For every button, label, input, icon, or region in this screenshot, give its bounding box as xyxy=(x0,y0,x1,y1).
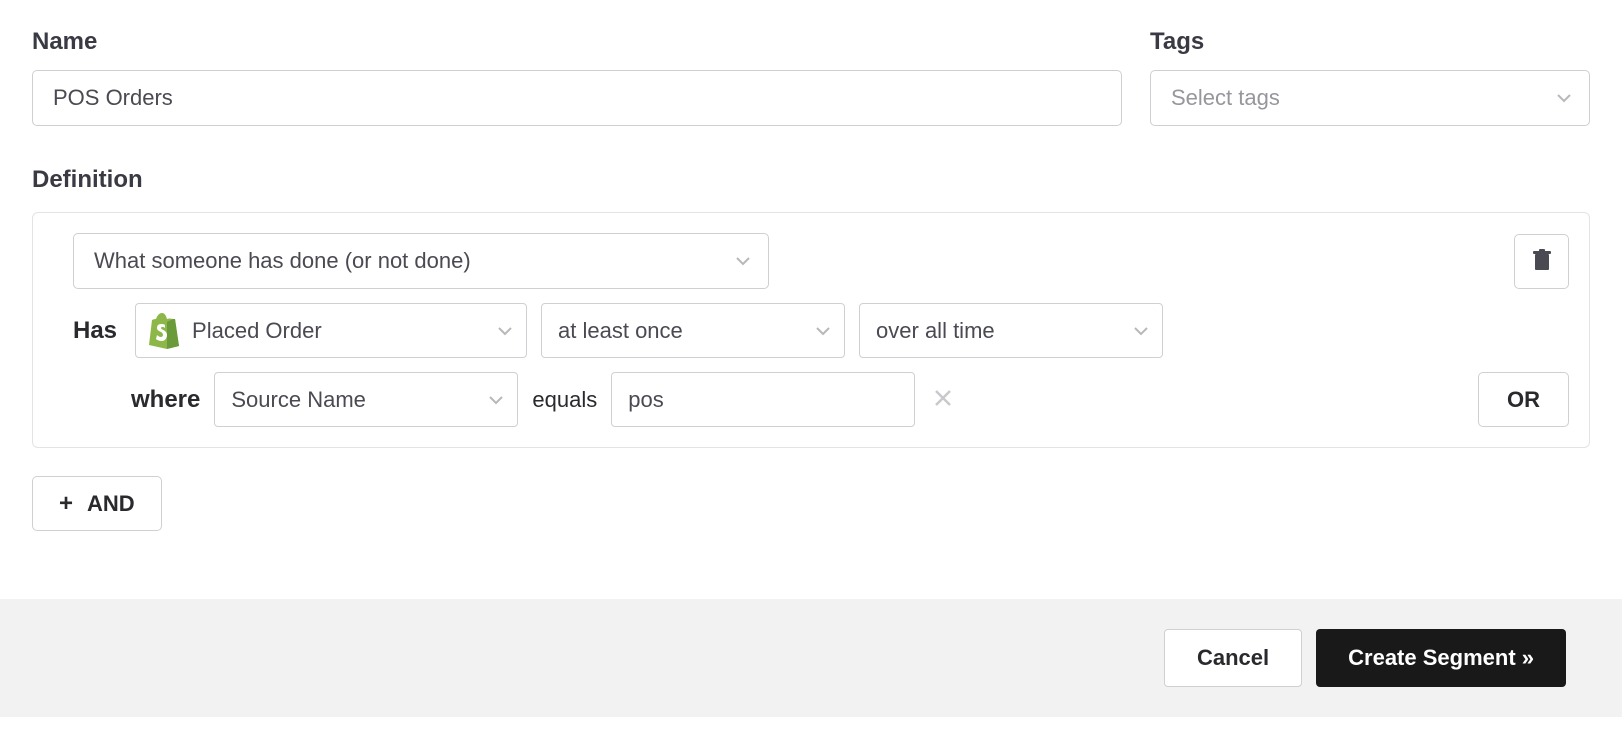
and-button[interactable]: + AND xyxy=(32,476,162,531)
chevron-down-icon xyxy=(489,395,503,405)
has-label: Has xyxy=(73,317,117,345)
chevron-down-icon xyxy=(816,326,830,336)
tags-select[interactable]: Select tags xyxy=(1150,70,1590,126)
property-select[interactable]: Source Name xyxy=(214,372,518,427)
remove-filter-button[interactable] xyxy=(929,386,957,414)
shopify-icon xyxy=(148,313,180,349)
or-button[interactable]: OR xyxy=(1478,372,1569,427)
tags-placeholder: Select tags xyxy=(1171,85,1280,111)
chevron-down-icon xyxy=(498,326,512,336)
condition-card: What someone has done (or not done) Has … xyxy=(32,212,1590,448)
time-range-select[interactable]: over all time xyxy=(859,303,1163,358)
property-value: Source Name xyxy=(231,387,366,413)
trash-icon xyxy=(1532,249,1552,274)
chevron-down-icon xyxy=(736,256,750,266)
create-segment-button[interactable]: Create Segment » xyxy=(1316,629,1566,687)
and-label: AND xyxy=(87,491,135,517)
filter-value-input[interactable] xyxy=(611,372,915,427)
plus-icon: + xyxy=(59,490,73,518)
frequency-select[interactable]: at least once xyxy=(541,303,845,358)
time-range-value: over all time xyxy=(876,318,995,344)
event-select[interactable]: Placed Order xyxy=(135,303,527,358)
footer: Cancel Create Segment » xyxy=(0,599,1622,717)
cancel-button[interactable]: Cancel xyxy=(1164,629,1302,687)
name-input[interactable] xyxy=(32,70,1122,126)
name-label: Name xyxy=(32,28,1122,56)
event-value: Placed Order xyxy=(192,318,322,344)
condition-type-value: What someone has done (or not done) xyxy=(94,248,471,274)
frequency-value: at least once xyxy=(558,318,683,344)
condition-type-select[interactable]: What someone has done (or not done) xyxy=(73,233,769,289)
where-label: where xyxy=(131,386,200,414)
chevron-down-icon xyxy=(1557,93,1571,103)
chevron-down-icon xyxy=(1134,326,1148,336)
delete-condition-button[interactable] xyxy=(1514,234,1569,289)
operator-label: equals xyxy=(532,387,597,413)
definition-label: Definition xyxy=(32,166,1590,194)
close-icon xyxy=(934,386,952,414)
tags-label: Tags xyxy=(1150,28,1590,56)
